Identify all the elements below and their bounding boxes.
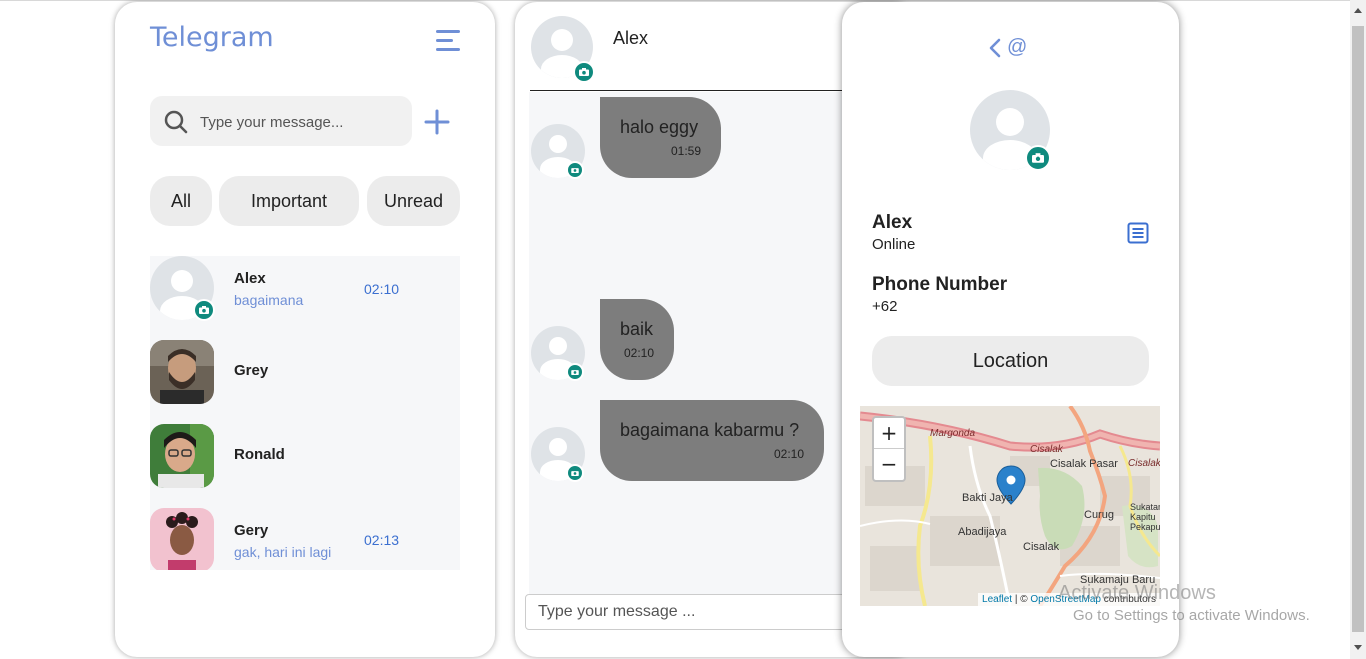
message-time: 02:10 bbox=[623, 346, 654, 360]
message-text: halo eggy bbox=[620, 117, 699, 137]
profile-status: Online bbox=[872, 236, 916, 253]
map-label: Margonda bbox=[930, 428, 976, 439]
message-bubble: halo eggy 01:59 bbox=[600, 97, 721, 178]
message-time: 02:10 bbox=[773, 447, 804, 461]
chat-item-ronald[interactable]: Ronald bbox=[150, 424, 460, 504]
message-bubble: baik 02:10 bbox=[600, 299, 674, 380]
chat-item-alex[interactable]: Alex bagaimana 02:10 bbox=[150, 256, 460, 336]
page-scrollbar[interactable] bbox=[1350, 0, 1366, 659]
map-label: Cisalak bbox=[1023, 541, 1060, 553]
zoom-out-button[interactable]: − bbox=[874, 449, 904, 479]
camera-icon[interactable] bbox=[573, 61, 595, 83]
chat-list-panel: Telegram All Important Unread Alex baga bbox=[115, 2, 495, 657]
map-label: Sukatani Kapitu Pekapu bbox=[1130, 502, 1160, 532]
chat-time: 02:13 bbox=[364, 532, 400, 548]
at-sign: @ bbox=[1007, 36, 1028, 58]
message-text: bagaimana kabarmu ? bbox=[620, 420, 800, 440]
camera-icon[interactable] bbox=[1025, 145, 1051, 171]
activate-windows-watermark: Activate Windows bbox=[1058, 582, 1216, 604]
chat-last-message: bagaimana bbox=[234, 292, 304, 308]
search-bar bbox=[150, 96, 412, 146]
map-label: Curug bbox=[1084, 509, 1114, 521]
scroll-down-arrow-icon[interactable] bbox=[1354, 645, 1362, 650]
add-chat-plus-icon[interactable] bbox=[424, 109, 450, 135]
filter-important-button[interactable]: Important bbox=[219, 176, 359, 226]
map-label: Bakti Jaya bbox=[962, 492, 1013, 504]
filter-all-button[interactable]: All bbox=[150, 176, 212, 226]
message-input[interactable] bbox=[525, 594, 865, 630]
phone-number-label: Phone Number bbox=[872, 274, 1008, 295]
avatar-photo bbox=[150, 424, 214, 488]
chat-time: 02:10 bbox=[364, 281, 400, 297]
attribution-separator: | © bbox=[1012, 594, 1031, 605]
chat-name: Grey bbox=[234, 362, 269, 379]
camera-icon[interactable] bbox=[193, 299, 215, 321]
chat-last-message: gak, hari ini lagi bbox=[234, 544, 332, 560]
map-label: Cisalak Pasar bbox=[1050, 458, 1118, 470]
map-label: Abadijaya bbox=[958, 526, 1007, 538]
chat-name: Alex bbox=[234, 270, 266, 287]
location-button[interactable]: Location bbox=[872, 336, 1149, 386]
map-zoom-control: + − bbox=[872, 416, 906, 482]
map-label: Cisalak bbox=[1128, 458, 1160, 469]
zoom-in-button[interactable]: + bbox=[874, 418, 904, 449]
chat-list: Alex bagaimana 02:10 Grey Ronald Gery ga… bbox=[150, 256, 460, 570]
message-area: halo eggy 01:59 baik 02:10 bagaimana kab… bbox=[529, 92, 869, 602]
location-map[interactable]: + − Margonda Cisalak Cisalak Pasar Bakti… bbox=[860, 406, 1160, 606]
filter-unread-button[interactable]: Unread bbox=[367, 176, 460, 226]
avatar-photo bbox=[150, 340, 214, 404]
leaflet-link[interactable]: Leaflet bbox=[982, 594, 1012, 605]
chat-item-grey[interactable]: Grey bbox=[150, 340, 460, 420]
search-input[interactable] bbox=[198, 108, 402, 136]
header-divider bbox=[530, 90, 860, 91]
chevron-left-icon[interactable] bbox=[989, 38, 1001, 58]
camera-icon bbox=[566, 464, 584, 482]
chat-item-gery[interactable]: Gery gak, hari ini lagi 02:13 bbox=[150, 508, 460, 570]
camera-icon bbox=[566, 363, 584, 381]
message-time: 01:59 bbox=[670, 144, 701, 158]
map-label: Cisalak bbox=[1030, 444, 1063, 455]
scroll-thumb[interactable] bbox=[1352, 26, 1364, 632]
message-text: baik bbox=[620, 319, 654, 339]
avatar-photo bbox=[150, 508, 214, 570]
scroll-up-arrow-icon[interactable] bbox=[1354, 8, 1362, 13]
hamburger-menu-icon[interactable] bbox=[436, 30, 460, 52]
phone-number-value: +62 bbox=[872, 298, 898, 315]
search-icon bbox=[164, 110, 188, 134]
camera-icon bbox=[566, 161, 584, 179]
chat-name: Gery bbox=[234, 522, 269, 539]
contact-info-panel: @ Alex Online Phone Number +62 Location bbox=[842, 2, 1179, 657]
message-bubble: bagaimana kabarmu ? 02:10 bbox=[600, 400, 824, 481]
app-title: Telegram bbox=[150, 22, 274, 53]
notes-icon[interactable] bbox=[1127, 222, 1149, 244]
chat-name: Ronald bbox=[234, 446, 285, 463]
top-border bbox=[0, 0, 1350, 1]
conversation-contact-name: Alex bbox=[613, 28, 649, 48]
back-button[interactable]: @ bbox=[987, 36, 1027, 60]
profile-name: Alex bbox=[872, 212, 913, 233]
activate-windows-hint: Go to Settings to activate Windows. bbox=[1073, 607, 1310, 624]
